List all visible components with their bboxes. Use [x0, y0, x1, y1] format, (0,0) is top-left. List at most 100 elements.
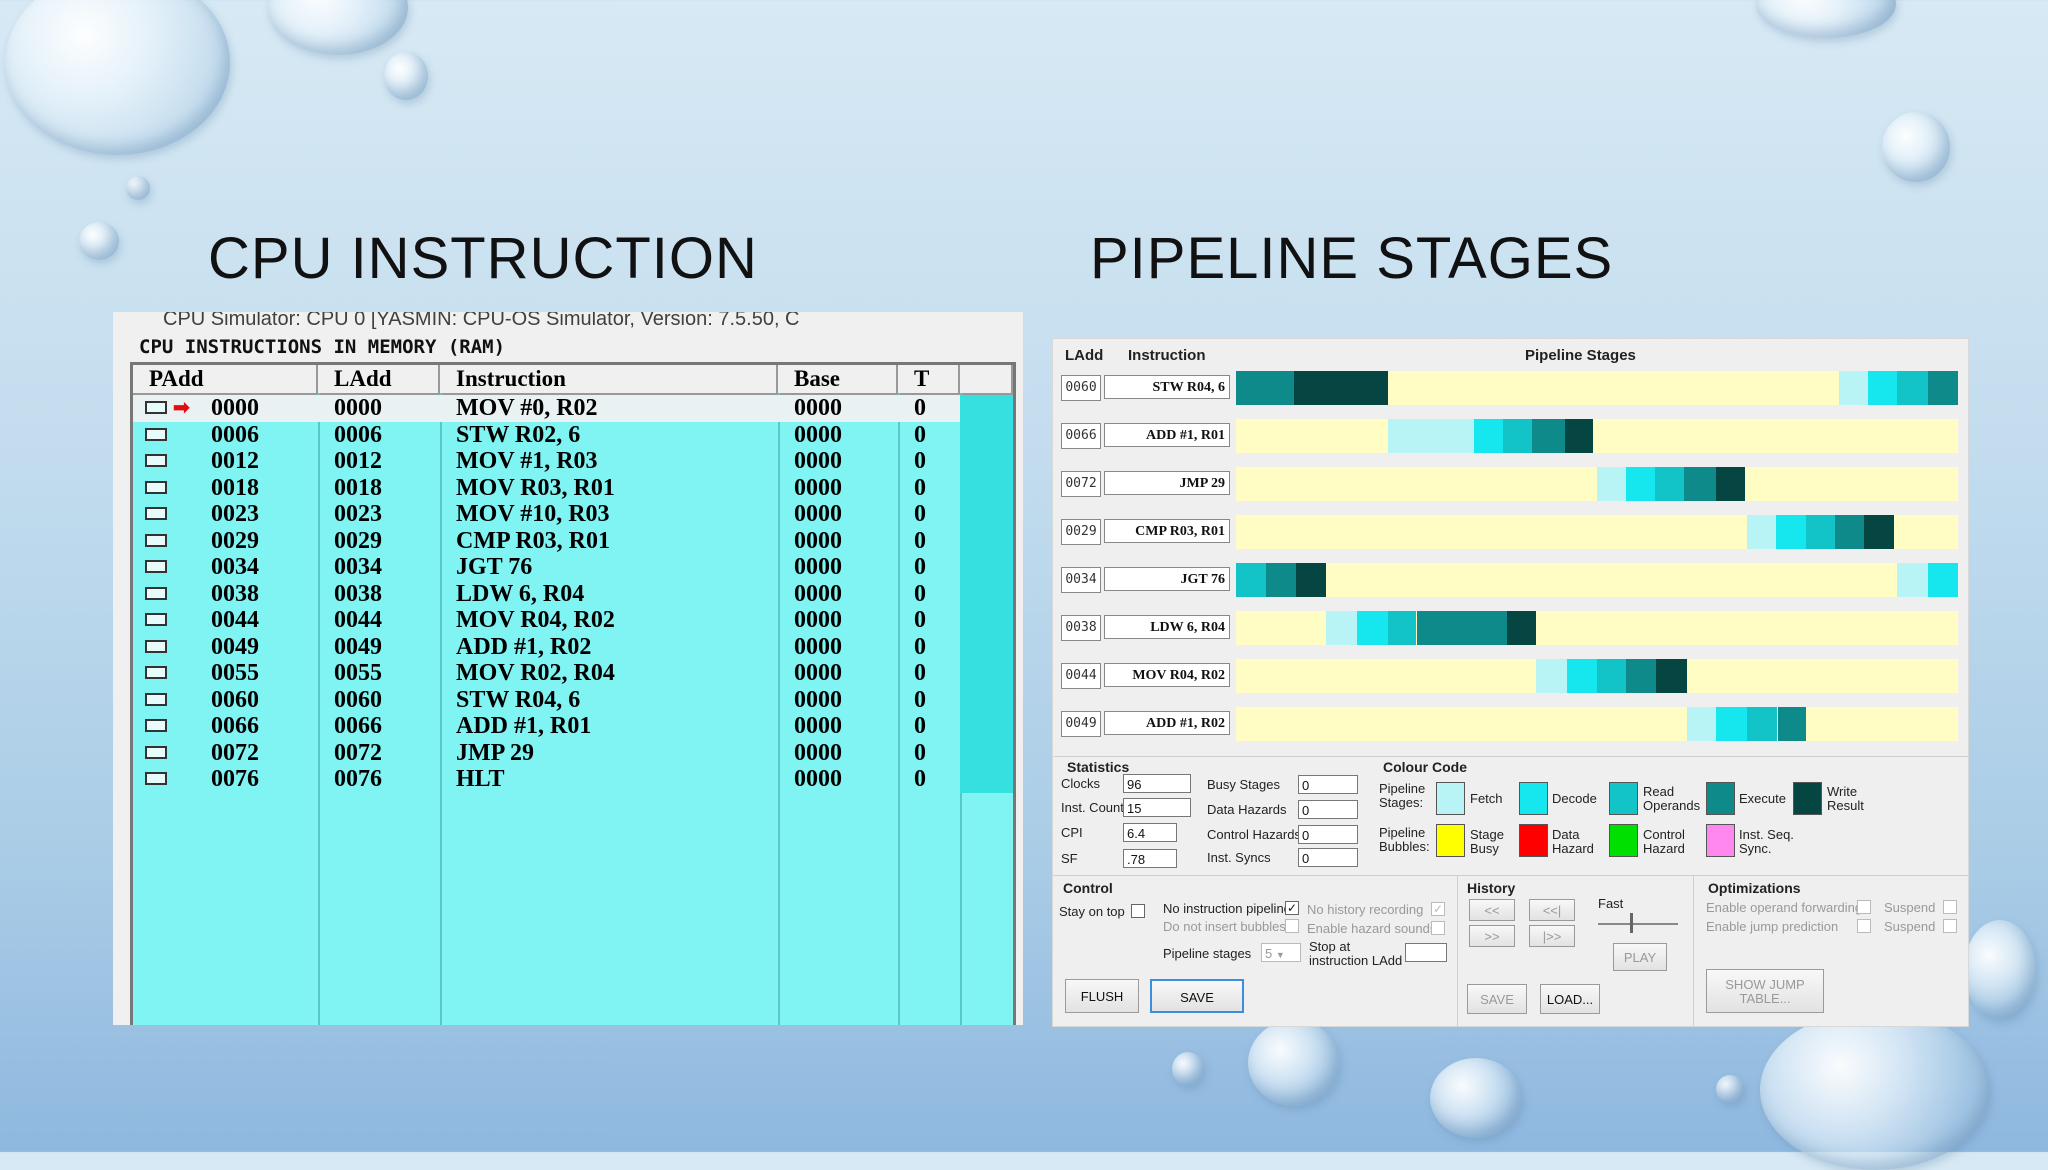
extra-cell: [960, 766, 1013, 793]
stage-decode-segment: [1867, 371, 1897, 405]
pipeline-ladd-field: 0034: [1061, 567, 1101, 593]
instruction-cell: MOV #1, R03: [456, 448, 598, 474]
pipeline-track: [1236, 515, 1958, 549]
breakpoint-checkbox[interactable]: [145, 401, 167, 414]
stage-execute-segment: [1927, 371, 1958, 405]
slide-title-right: PIPELINE STAGES: [1090, 226, 1614, 291]
data-hazard-legend-label: Data Hazard: [1552, 827, 1594, 856]
table-row[interactable]: 0006 0006 STW R02, 6 0000 0: [133, 421, 1013, 448]
extra-cell: [960, 527, 1013, 554]
save-image-button[interactable]: SAVE IMAGE...: [1150, 979, 1244, 1026]
extra-cell: [960, 474, 1013, 501]
ladd-cell: 0006: [334, 421, 382, 448]
t-cell: 0: [914, 607, 926, 633]
water-drop-decoration: [1172, 1052, 1204, 1086]
cpu-instructions-window: CPU Simulator: CPU 0 [YASMIN: CPU-OS Sim…: [113, 312, 1023, 1025]
table-row[interactable]: ➡ 0000 0000 MOV #0, R02 0000 0: [133, 395, 1013, 422]
no-bubbles-checkbox[interactable]: [1285, 919, 1299, 933]
pipeline-stages-select[interactable]: 5 ▼: [1261, 943, 1301, 962]
pipeline-row: 0029 CMP R03, R01: [1061, 515, 1961, 555]
breakpoint-checkbox[interactable]: [145, 692, 167, 706]
stay-on-top-label: Stay on top: [1059, 904, 1125, 919]
breakpoint-checkbox[interactable]: [145, 560, 167, 573]
inst-syncs-label: Inst. Syncs: [1207, 850, 1271, 865]
extra-cell: [960, 448, 1013, 475]
breakpoint-checkbox[interactable]: [145, 745, 167, 759]
flush-button[interactable]: FLUSH: [1065, 979, 1139, 1013]
history-forward-button[interactable]: >>: [1469, 925, 1515, 947]
jump-prediction-checkbox[interactable]: [1857, 919, 1871, 933]
ladd-cell: 0072: [334, 739, 382, 766]
history-first-button[interactable]: <<|: [1529, 899, 1575, 921]
history-load-button[interactable]: LOAD...: [1540, 984, 1600, 1014]
table-row[interactable]: 0029 0029 CMP R03, R01 0000 0: [133, 527, 1013, 554]
table-row[interactable]: 0055 0055 MOV R02, R04 0000 0: [133, 660, 1013, 687]
base-cell: 0000: [794, 766, 842, 792]
breakpoint-checkbox[interactable]: [145, 507, 167, 520]
history-save-button[interactable]: SAVE: [1467, 984, 1527, 1014]
speed-slider-thumb[interactable]: [1630, 913, 1633, 933]
stop-at-ladd-input[interactable]: [1405, 943, 1447, 962]
table-row[interactable]: 0034 0034 JGT 76 0000 0: [133, 554, 1013, 581]
breakpoint-checkbox[interactable]: [145, 427, 167, 441]
col-header-base[interactable]: Base: [778, 365, 898, 393]
padd-cell: 0023: [133, 501, 318, 528]
breakpoint-checkbox[interactable]: [145, 613, 167, 626]
jump-prediction-suspend-checkbox[interactable]: [1943, 919, 1957, 933]
pipeline-ladd-field: 0044: [1061, 663, 1101, 689]
data-hazards-field: 0: [1298, 800, 1358, 819]
table-row[interactable]: 0023 0023 MOV #10, R03 0000 0: [133, 501, 1013, 528]
operand-forwarding-suspend-checkbox[interactable]: [1943, 900, 1957, 914]
extra-cell: [960, 686, 1013, 713]
breakpoint-checkbox[interactable]: [145, 719, 167, 732]
instruction-cell: MOV #0, R02: [456, 395, 598, 421]
table-row[interactable]: 0044 0044 MOV R04, R02 0000 0: [133, 607, 1013, 634]
col-header-t[interactable]: T: [898, 365, 960, 393]
pipeline-row: 0066 ADD #1, R01: [1061, 419, 1961, 459]
breakpoint-checkbox[interactable]: [145, 533, 167, 547]
pipeline-track: [1236, 563, 1958, 597]
table-row[interactable]: 0072 0072 JMP 29 0000 0: [133, 739, 1013, 766]
speed-slider[interactable]: [1598, 923, 1678, 925]
show-jump-table-button[interactable]: SHOW JUMP TABLE...: [1706, 969, 1824, 1013]
padd-value: 0023: [211, 501, 259, 527]
table-row[interactable]: 0076 0076 HLT 0000 0: [133, 766, 1013, 793]
col-header-ladd[interactable]: LAdd: [318, 365, 440, 393]
operand-forwarding-checkbox[interactable]: [1857, 900, 1871, 914]
no-instruction-pipeline-checkbox[interactable]: ✓: [1285, 901, 1299, 915]
col-header-padd[interactable]: PAdd: [133, 365, 318, 393]
col-header-instruction[interactable]: Instruction: [440, 365, 778, 393]
pipeline-instruction-field: JMP 29: [1104, 471, 1230, 495]
instruction-cell: LDW 6, R04: [456, 580, 585, 607]
table-row[interactable]: 0018 0018 MOV R03, R01 0000 0: [133, 474, 1013, 501]
breakpoint-checkbox[interactable]: [145, 666, 167, 679]
stage-read-segment: [1747, 707, 1778, 741]
breakpoint-checkbox[interactable]: [145, 480, 167, 494]
table-row[interactable]: 0049 0049 ADD #1, R02 0000 0: [133, 633, 1013, 660]
ladd-cell: 0044: [334, 607, 382, 633]
history-back-button[interactable]: <<: [1469, 899, 1515, 921]
play-button[interactable]: PLAY: [1613, 943, 1667, 971]
table-row[interactable]: 0066 0066 ADD #1, R01 0000 0: [133, 713, 1013, 740]
col-header-extra: [960, 365, 1013, 393]
breakpoint-checkbox[interactable]: [145, 586, 167, 600]
table-row[interactable]: 0012 0012 MOV #1, R03 0000 0: [133, 448, 1013, 475]
table-row[interactable]: 0060 0060 STW R04, 6 0000 0: [133, 686, 1013, 713]
hazard-sounds-checkbox[interactable]: [1431, 921, 1445, 935]
water-drop-decoration: [1882, 112, 1950, 182]
water-drop-decoration: [384, 52, 428, 100]
no-history-recording-checkbox[interactable]: ✓: [1431, 902, 1445, 916]
breakpoint-checkbox[interactable]: [145, 639, 167, 653]
history-last-button[interactable]: |>>: [1529, 925, 1575, 947]
padd-value: 0034: [211, 554, 259, 580]
table-row[interactable]: 0038 0038 LDW 6, R04 0000 0: [133, 580, 1013, 607]
breakpoint-checkbox[interactable]: [145, 772, 167, 785]
pipeline-ladd-field: 0049: [1061, 711, 1101, 737]
stage-decode-segment: [1776, 515, 1807, 549]
instruction-cell: MOV R02, R04: [456, 660, 615, 686]
stay-on-top-checkbox[interactable]: [1131, 904, 1145, 918]
ram-instruction-table[interactable]: PAdd LAdd Instruction Base T ➡ 0000 0000 MO…: [130, 362, 1016, 1025]
breakpoint-checkbox[interactable]: [145, 454, 167, 467]
control-hazards-label: Control Hazards: [1207, 827, 1301, 842]
write-result-legend-label: Write Result: [1827, 784, 1864, 813]
